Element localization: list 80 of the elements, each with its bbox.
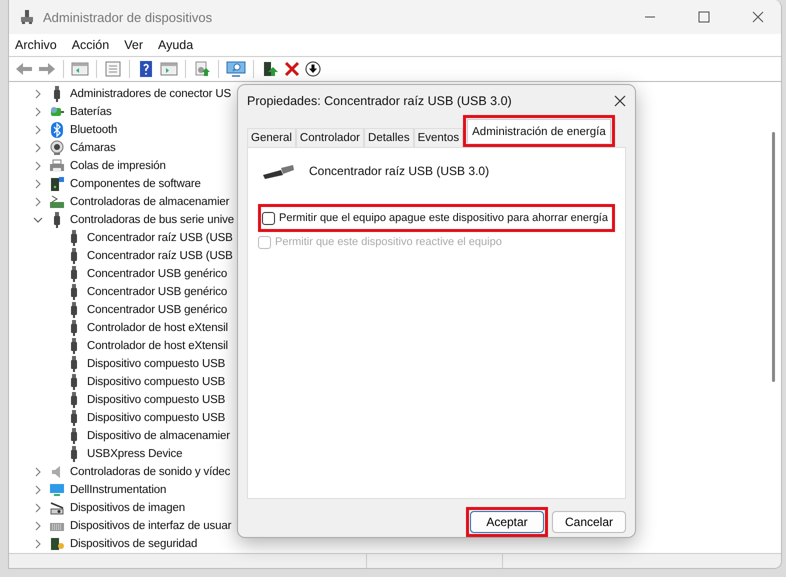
tree-item[interactable]: Dispositivos de interfaz de usuar [70, 520, 232, 532]
storage-icon [49, 194, 65, 210]
tree-item[interactable]: Componentes de software [70, 178, 201, 190]
security-icon [49, 536, 65, 552]
tree-item[interactable]: Controladoras de almacenamier [70, 196, 230, 208]
tab[interactable]: Detalles [364, 128, 414, 147]
expand-icon[interactable] [33, 521, 43, 531]
expand-icon[interactable] [33, 161, 43, 171]
printer-icon [49, 158, 65, 174]
tree-item[interactable]: Dispositivo compuesto USB [87, 358, 226, 370]
tree-item[interactable]: Concentrador USB genérico [87, 304, 228, 316]
tree-item[interactable]: Controlador de host eXtensil [87, 322, 228, 334]
cancel-button[interactable]: Cancelar [552, 511, 626, 533]
tree-item[interactable]: Concentrador USB genérico [87, 286, 228, 298]
scanner-icon [49, 500, 65, 516]
forward-icon[interactable] [38, 61, 56, 77]
tree-item[interactable]: Concentrador raíz USB (USB [87, 250, 233, 262]
window-title: Administrador de dispositivos [43, 10, 212, 24]
expand-icon[interactable] [33, 143, 43, 153]
expand-icon[interactable] [33, 467, 43, 477]
view-icon[interactable] [160, 61, 178, 77]
uninstall-icon[interactable] [284, 61, 300, 77]
expand-icon[interactable] [33, 125, 43, 135]
tree-item[interactable]: Dispositivos de seguridad [70, 538, 198, 550]
scroll-thumb[interactable] [772, 132, 775, 382]
tree-item[interactable]: Administradores de conector US [70, 88, 232, 100]
expand-icon[interactable] [33, 89, 43, 99]
expand-icon[interactable] [33, 485, 43, 495]
maximize-icon[interactable] [698, 11, 710, 23]
properties-icon[interactable] [104, 61, 122, 77]
download-icon[interactable] [305, 61, 321, 77]
checkbox-label: Permitir que este dispositivo reactive el equipo [275, 236, 502, 248]
collapse-icon[interactable] [33, 215, 43, 225]
ok-button[interactable]: Aceptar [470, 511, 544, 533]
tree-item[interactable]: USBXpress Device [87, 448, 182, 460]
tree-item[interactable]: Cámaras [70, 142, 116, 154]
device-name: Concentrador raíz USB (USB 3.0) [309, 164, 490, 178]
usb-plug-icon [261, 163, 295, 179]
tree-item[interactable]: Dispositivo compuesto USB [87, 394, 226, 406]
enable-device-icon[interactable] [261, 61, 279, 77]
tree-item[interactable]: Controlador de host eXtensil [87, 340, 228, 352]
tree-item[interactable]: Baterías [70, 106, 112, 118]
tree-item[interactable]: Dispositivo de almacenamier [87, 430, 230, 442]
tree-item[interactable]: DellInstrumentation [70, 484, 166, 496]
expand-icon[interactable] [33, 503, 43, 513]
monitor-search-icon[interactable] [226, 61, 246, 77]
expand-icon[interactable] [33, 179, 43, 189]
tab[interactable]: Administración de energía [467, 119, 611, 143]
tab[interactable]: Controlador [296, 128, 364, 147]
menu-item[interactable]: Archivo [15, 38, 57, 52]
tree-item[interactable]: Dispositivo compuesto USB [87, 376, 226, 388]
expand-icon[interactable] [33, 197, 43, 207]
tab[interactable]: General [247, 128, 296, 147]
help-icon[interactable] [137, 61, 155, 77]
bluetooth-icon [49, 122, 65, 138]
close-icon[interactable] [614, 94, 626, 106]
menu-item[interactable]: Ver [124, 38, 143, 52]
console-tree-icon[interactable] [71, 61, 89, 77]
checkbox[interactable] [262, 212, 275, 224]
tree-item[interactable]: Colas de impresión [70, 160, 166, 172]
tab[interactable]: Eventos [414, 128, 464, 147]
tree-item[interactable]: Bluetooth [70, 124, 118, 136]
software-icon [49, 176, 65, 192]
tree-item[interactable]: Dispositivos de imagen [70, 502, 185, 514]
menu-item[interactable]: Ayuda [158, 38, 194, 52]
menu-item[interactable]: Acción [72, 38, 110, 52]
dialog-title: Propiedades: Concentrador raíz USB (USB 3.0) [247, 94, 512, 108]
monitor-icon [49, 482, 65, 498]
tree-item[interactable]: Concentrador USB genérico [87, 268, 228, 280]
expand-icon[interactable] [33, 107, 43, 117]
device-manager-icon [19, 9, 35, 25]
camera-icon [49, 140, 65, 156]
expand-icon[interactable] [33, 539, 43, 549]
tree-item[interactable]: Dispositivo compuesto USB [87, 412, 226, 424]
checkbox-label: Permitir que el equipo apague este dispositivo para ahorrar energía [279, 212, 608, 224]
tree-item[interactable]: Controladoras de sonido y vídec [70, 466, 230, 478]
back-icon[interactable] [15, 61, 33, 77]
tree-item[interactable]: Controladoras de bus serie unive [70, 214, 234, 226]
close-icon[interactable] [752, 11, 764, 23]
tree-item[interactable]: Concentrador raíz USB (USB [87, 232, 233, 244]
